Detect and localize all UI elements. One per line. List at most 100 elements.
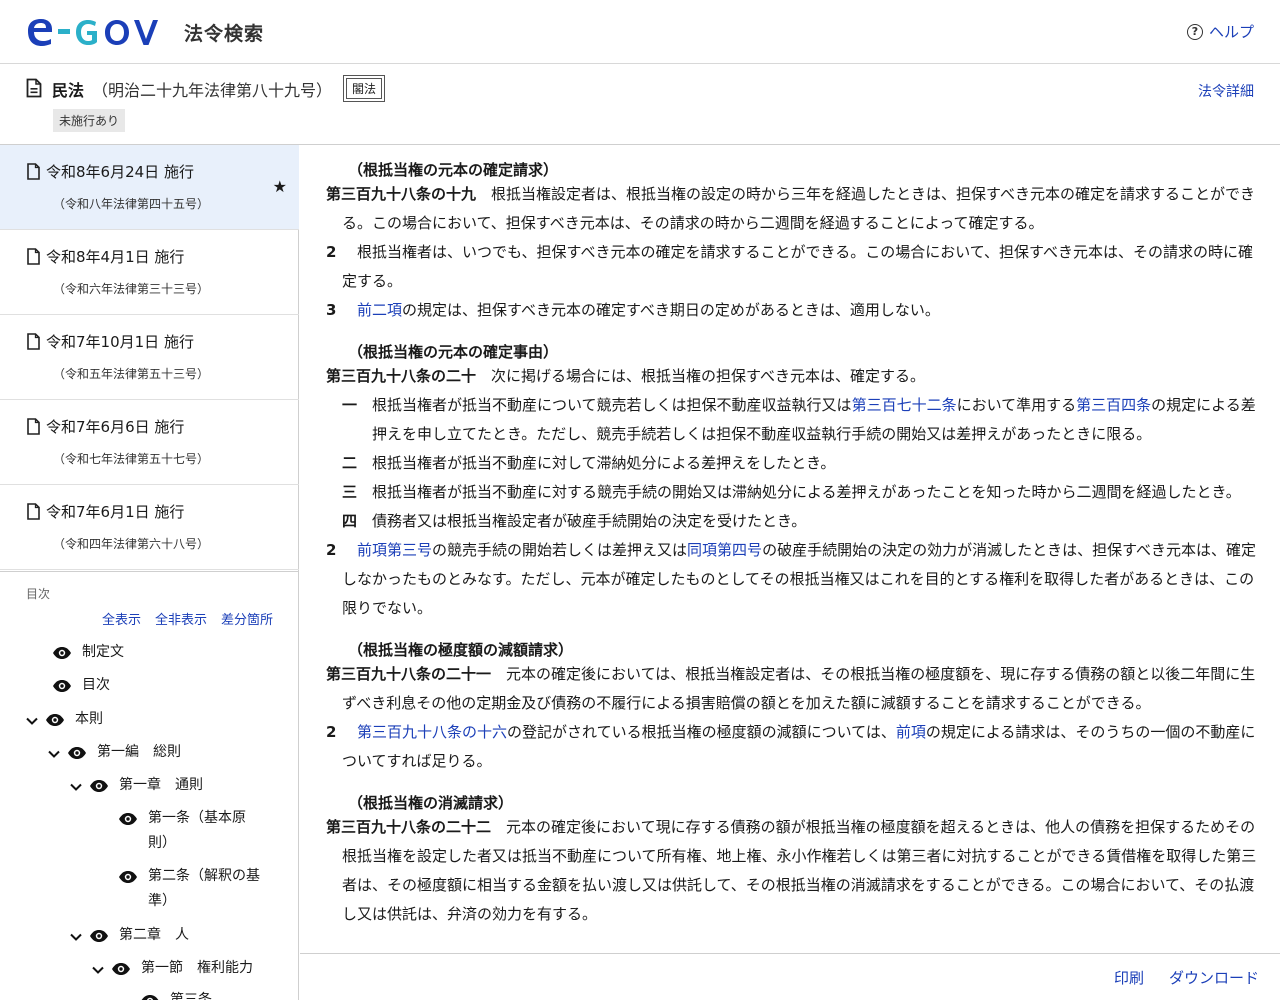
toc-item[interactable]: 第一節 権利能力 [91,960,253,981]
download-button[interactable]: ダウンロード [1169,967,1259,988]
toc-item[interactable]: 第一章 通則 [69,777,203,798]
revision-law: （令和八年法律第四十五号） [53,197,210,211]
revision-item[interactable]: 令和8年4月1日 施行 （令和六年法律第三十三号） [0,230,299,315]
toc-diff-button[interactable]: 差分箇所 [221,609,273,628]
revision-item[interactable]: 令和8年6月24日 施行 （令和八年法律第四十五号） ★ [0,145,299,230]
toc-show-all-button[interactable]: 全表示 [102,609,141,628]
article-paragraph: 2 前項第三号の競売手続の開始若しくは差押え又は同項第四号の破産手続開始の決定の… [326,541,1257,617]
article-number: 第三百九十八条の二十一 [326,665,492,683]
law-name: 民法 [52,81,85,100]
chevron-down-icon[interactable] [25,714,39,728]
article-caption: （根抵当権の元本の確定事由） [348,343,559,361]
document-icon [27,333,40,350]
revision-law: （令和六年法律第三十三号） [53,282,210,296]
toc-item[interactable]: 目次 [52,677,110,698]
revision-date: 令和8年4月1日 施行 [46,248,185,266]
document-icon [27,248,40,265]
revision-item[interactable]: 令和7年6月1日 施行 （令和四年法律第六十八号） [0,485,299,570]
revision-item[interactable]: 令和7年6月6日 施行 （令和七年法律第五十七号） [0,400,299,485]
chevron-down-icon[interactable] [91,963,105,977]
revision-date: 令和7年10月1日 施行 [46,333,194,351]
toc-item[interactable]: 第一条（基本原 則） [118,810,246,856]
eye-icon[interactable] [52,646,72,660]
article: （根抵当権の消滅請求） 第三百九十八条の二十二 元本の確定後において現に存する債… [326,793,1258,929]
document-icon [27,163,40,180]
eye-icon[interactable] [118,812,138,826]
article: （根抵当権の元本の確定請求） 第三百九十八条の十九 根抵当権設定者は、根抵当権の… [326,160,1258,325]
article-caption: （根抵当権の消滅請求） [348,794,514,812]
toc-item[interactable]: 第三条 [140,992,212,1000]
law-detail-link[interactable]: 法令詳細 [1198,81,1254,101]
article-paragraph: 第三百九十八条の二十 次に掲げる場合には、根抵当権の担保すべき元本は、確定する。 [326,367,925,385]
article-caption: （根抵当権の極度額の減額請求） [348,641,574,659]
eye-icon[interactable] [45,713,65,727]
law-ref-link[interactable]: 前項第三号 [357,541,432,559]
law-ref-link[interactable]: 同項第四号 [687,541,762,559]
table-of-contents: 目次 全表示 全非表示 差分箇所 制定文 目次 本則 第一編 総則 第一章 通則 [0,572,299,1000]
toc-item[interactable]: 第一編 総則 [47,744,181,765]
eye-icon[interactable] [89,779,109,793]
law-status-badge: 未施行あり [53,109,126,132]
law-ref-link[interactable]: 第三百四条 [1076,396,1151,414]
toc-hide-all-button[interactable]: 全非表示 [155,609,207,628]
eye-icon[interactable] [67,746,87,760]
article-number: 第三百九十八条の十九 [326,185,477,203]
chevron-down-icon[interactable] [69,780,83,794]
article-paragraph: 第三百九十八条の二十二 元本の確定後において現に存する債務の額が根抵当権の極度額… [326,818,1257,923]
article-item: 一根抵当権者が抵当不動産について競売若しくは担保不動産収益執行又は第三百七十二条… [342,396,1256,443]
eye-icon[interactable] [140,994,160,1000]
law-ref-link[interactable]: 前項 [896,723,926,741]
toc-item[interactable]: 第二章 人 [69,927,189,948]
top-header: 法令検索 ? ヘルプ [0,0,1280,64]
article-paragraph: 3 前二項の規定は、担保すべき元本の確定すべき期日の定めがあるときは、適用しない… [326,301,940,319]
law-number: （明治二十九年法律第八十九号） [92,81,333,100]
article-number: 第三百九十八条の二十 [326,367,477,385]
document-icon [27,418,40,435]
article-paragraph: 2 第三百九十八条の十六の登記がされている根抵当権の極度額の減額については、前項… [326,723,1256,770]
revision-date: 令和7年6月6日 施行 [46,418,185,436]
question-icon: ? [1186,23,1203,40]
article-item: 三根抵当権者が抵当不動産に対する競売手続の開始又は滞納処分による差押えがあったこ… [342,483,1241,501]
article: （根抵当権の極度額の減額請求） 第三百九十八条の二十一 元本の確定後においては、… [326,640,1258,776]
revision-history-list[interactable]: 令和8年6月24日 施行 （令和八年法律第四十五号） ★ 令和8年4月1日 施行… [0,145,299,572]
document-icon [26,78,42,98]
revision-law: （令和七年法律第五十七号） [53,452,210,466]
eye-icon[interactable] [111,962,131,976]
eye-icon[interactable] [89,929,109,943]
eye-icon[interactable] [118,870,138,884]
law-ref-link[interactable]: 第三百九十八条の十六 [357,723,507,741]
document-icon [27,503,40,520]
toc-item[interactable]: 制定文 [52,644,124,665]
article-paragraph: 2 根抵当権者は、いつでも、担保すべき元本の確定を請求することができる。この場合… [326,243,1253,290]
revision-date: 令和8年6月24日 施行 [46,163,194,181]
law-content-area: （根抵当権の元本の確定請求） 第三百九十八条の十九 根抵当権設定者は、根抵当権の… [300,145,1280,953]
content-footer: 印刷 ダウンロード [300,953,1280,1000]
e-gov-logo[interactable] [26,14,170,48]
article-item: 二根抵当権者が抵当不動産に対して滞納処分による差押えをしたとき。 [342,454,836,472]
article-paragraph: 第三百九十八条の十九 根抵当権設定者は、根抵当権の設定の時から三年を経過したとき… [326,185,1255,232]
law-ref-link[interactable]: 第三百七十二条 [852,396,957,414]
chevron-down-icon[interactable] [47,747,61,761]
revision-item[interactable]: 令和7年10月1日 施行 （令和五年法律第五十三号） [0,315,299,400]
toc-item[interactable]: 本則 [25,711,103,732]
site-title: 法令検索 [184,23,265,45]
help-link[interactable]: ? ヘルプ [1186,21,1254,42]
law-ref-link[interactable]: 前二項 [357,301,402,319]
article-paragraph: 第三百九十八条の二十一 元本の確定後においては、根抵当権設定者は、その根抵当権の… [326,665,1256,712]
article-number: 第三百九十八条の二十二 [326,818,492,836]
law-text: （根抵当権の元本の確定請求） 第三百九十八条の十九 根抵当権設定者は、根抵当権の… [326,160,1258,946]
law-category-badge: 閣法 [343,75,386,102]
toc-label: 目次 [26,587,51,601]
revision-law: （令和五年法律第五十三号） [53,367,210,381]
article: （根抵当権の元本の確定事由） 第三百九十八条の二十 次に掲げる場合には、根抵当権… [326,342,1258,623]
law-title-bar: 民法 （明治二十九年法律第八十九号） 閣法 未施行あり 法令詳細 [0,64,1280,145]
chevron-down-icon[interactable] [69,930,83,944]
star-icon: ★ [272,177,287,196]
print-button[interactable]: 印刷 [1114,967,1144,988]
sidebar: 令和8年6月24日 施行 （令和八年法律第四十五号） ★ 令和8年4月1日 施行… [0,145,299,1000]
revision-date: 令和7年6月1日 施行 [46,503,185,521]
eye-icon[interactable] [52,679,72,693]
article-item: 四債務者又は根抵当権設定者が破産手続開始の決定を受けたとき。 [342,512,807,530]
article-caption: （根抵当権の元本の確定請求） [348,161,559,179]
toc-item[interactable]: 第二条（解釈の基 準） [118,868,260,914]
